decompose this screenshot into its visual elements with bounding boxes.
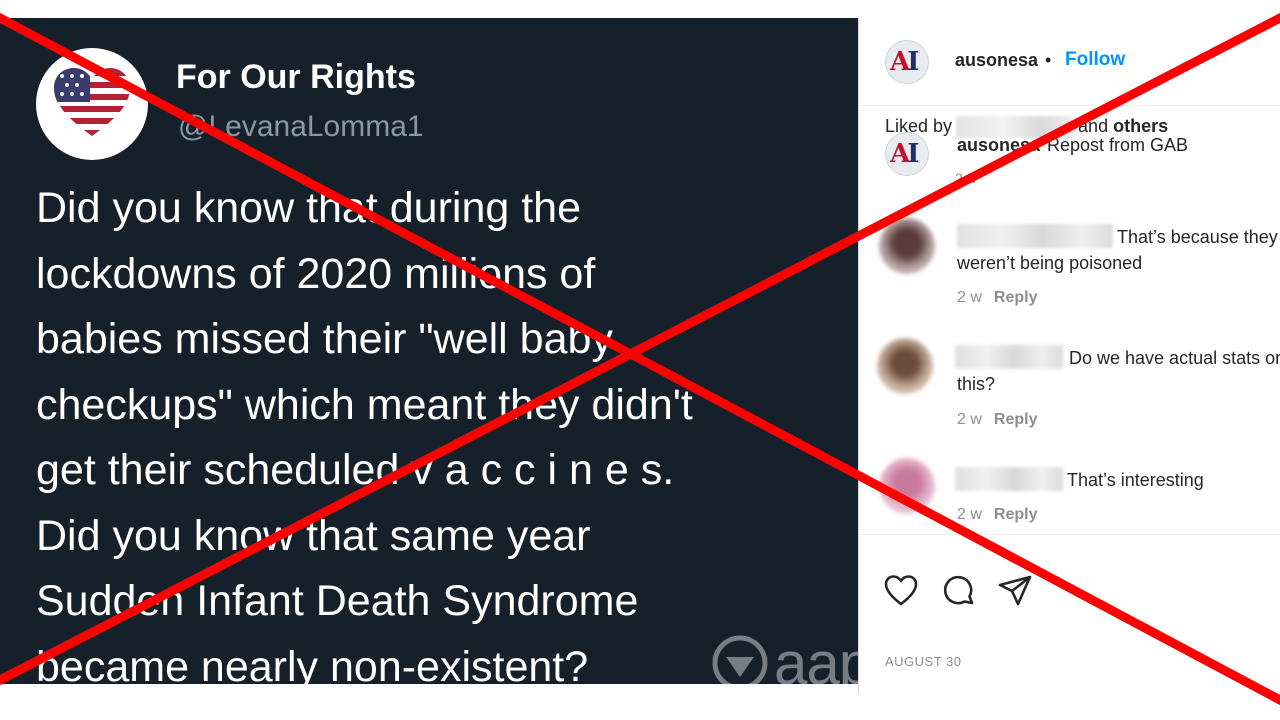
- reply-button[interactable]: Reply: [994, 506, 1038, 523]
- heart-icon[interactable]: [883, 573, 919, 609]
- liked-by-others[interactable]: others: [1113, 116, 1168, 136]
- aap-logo-icon: [712, 635, 768, 684]
- tweet-avatar: [36, 48, 148, 160]
- header-separator: •: [1045, 50, 1052, 70]
- reply-button[interactable]: Reply: [994, 289, 1038, 306]
- comment-time: 2 w: [957, 289, 982, 306]
- comment-text: That’s interesting: [1067, 470, 1204, 490]
- header-username[interactable]: ausonesa: [955, 50, 1038, 71]
- flag-heart-icon: [54, 68, 130, 136]
- comment-icon[interactable]: [941, 573, 977, 609]
- tweet-display-name: For Our Rights: [176, 58, 416, 96]
- watermark-text: aap: [774, 629, 858, 685]
- tweet-screenshot: For Our Rights @LevanaLomma1 Did you kno…: [0, 18, 858, 684]
- commenter-avatar[interactable]: [879, 218, 935, 274]
- aap-watermark: aap: [712, 628, 858, 684]
- share-icon[interactable]: [997, 573, 1033, 609]
- reply-button[interactable]: Reply: [994, 411, 1038, 428]
- caption-avatar[interactable]: AI: [885, 132, 929, 176]
- follow-button[interactable]: Follow: [1065, 49, 1125, 71]
- instagram-post-panel: AI ausonesa • Follow AI ausonesa Repost …: [858, 18, 1280, 694]
- commenter-avatar[interactable]: [877, 338, 933, 394]
- liked-by-redacted: [956, 116, 1075, 139]
- tweet-text: Did you know that during the lockdowns o…: [36, 184, 693, 684]
- comment-time: 2 w: [957, 411, 982, 428]
- liked-by-middle: and: [1078, 116, 1109, 136]
- caption-time: 2 w: [955, 170, 977, 186]
- tweet-handle: @LevanaLomma1: [178, 110, 424, 143]
- post-header: AI ausonesa • Follow: [859, 18, 1280, 106]
- comment-time: 2 w: [957, 506, 982, 523]
- user-avatar[interactable]: AI: [885, 40, 929, 84]
- liked-by-prefix: Liked by: [885, 116, 953, 136]
- comment-meta: 2 w Reply: [957, 411, 1037, 429]
- comment-meta: 2 w Reply: [957, 506, 1037, 524]
- commenter-avatar[interactable]: [879, 458, 935, 514]
- post-actions: [859, 534, 1280, 694]
- liked-by: Liked by and others: [885, 116, 1168, 139]
- comment-text: Do we have actual stats on this?: [957, 348, 1280, 394]
- comment-text: That’s because they weren’t being poison…: [957, 227, 1278, 273]
- bottom-strip: [0, 684, 858, 720]
- comment-meta: 2 w Reply: [957, 289, 1037, 307]
- post-date: AUGUST 30: [885, 654, 962, 669]
